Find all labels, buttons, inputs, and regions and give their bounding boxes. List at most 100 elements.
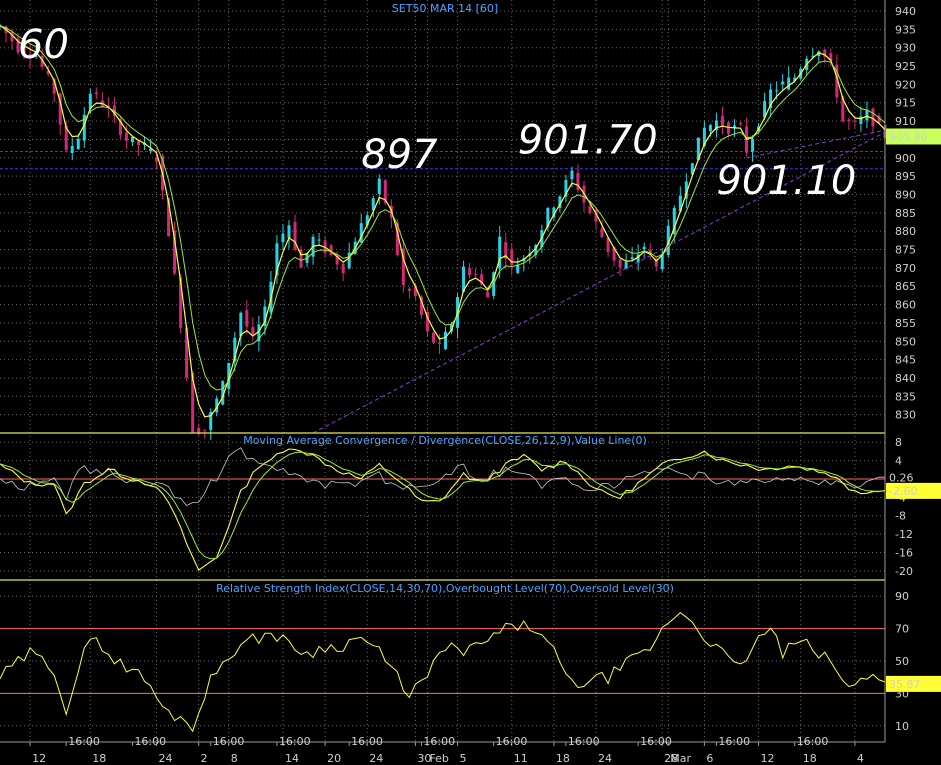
candle-body (474, 274, 478, 276)
macd-axis-tick: -20 (895, 565, 913, 578)
last-price-label: 905.80 (889, 131, 928, 144)
macd-axis-tick: -8 (895, 510, 906, 523)
candle-body (787, 77, 791, 90)
time-axis-label: 20 (327, 752, 341, 765)
candle-body (88, 93, 92, 109)
macd-value-label: 0.26 (889, 472, 914, 485)
candle-body (853, 120, 857, 122)
time-axis-label: 12 (32, 752, 46, 765)
time-axis-label: 2 (201, 752, 208, 765)
time-axis-label: 6 (706, 752, 713, 765)
candle-body (751, 138, 755, 152)
price-axis-tick: 885 (895, 207, 916, 220)
price-annotation: 60 (18, 22, 69, 68)
price-axis-tick: 865 (895, 280, 916, 293)
price-axis-tick: 930 (895, 42, 916, 55)
time-axis-label: 24 (369, 752, 383, 765)
candle-body (510, 249, 514, 266)
price-axis-tick: 920 (895, 78, 916, 91)
time-axis-label: 16:00 (68, 735, 100, 748)
macd-axis-tick: 4 (895, 455, 902, 468)
time-axis-label: Feb (429, 752, 448, 765)
candle-body (407, 288, 411, 291)
price-axis-tick: 890 (895, 188, 916, 201)
rsi-line (0, 611, 886, 733)
candle-body (618, 259, 622, 268)
time-axis-label: 11 (514, 752, 528, 765)
price-axis-tick: 935 (895, 23, 916, 36)
macd-signal-label: -2.60 (889, 485, 917, 498)
price-axis-tick: 895 (895, 170, 916, 183)
macd-axis-tick: 8 (895, 436, 902, 449)
time-axis-label: 18 (803, 752, 817, 765)
candle-body (329, 245, 333, 255)
candle-body (588, 206, 592, 213)
time-axis-label: 14 (285, 752, 299, 765)
price-axis-tick: 900 (895, 152, 916, 165)
price-annotation: 901.70 (518, 117, 658, 163)
price-axis-tick: 940 (895, 5, 916, 18)
time-axis-label: 16:00 (213, 735, 245, 748)
macd-chart-title: Moving Average Convergence / Divergence(… (243, 434, 647, 447)
candle-body (468, 268, 472, 276)
candle-body (203, 429, 207, 431)
rsi-axis-tick: 70 (895, 623, 909, 636)
candle-body (287, 225, 291, 238)
ma-slow-line (0, 25, 886, 391)
candle-body (865, 109, 869, 121)
candle-body (431, 332, 435, 343)
time-axis-label: 16:00 (718, 735, 750, 748)
price-axis-tick: 855 (895, 317, 916, 330)
price-axis-tick: 870 (895, 262, 916, 275)
time-axis-label: 4 (857, 752, 864, 765)
candle-body (245, 310, 249, 327)
time-axis-label: 16:00 (496, 735, 528, 748)
candle-body (377, 178, 381, 194)
rsi-chart-title: Relative Strength Index(CLOSE,14,30,70),… (216, 582, 674, 595)
price-annotation: 897 (361, 132, 438, 178)
rsi-value-label: 35.87 (889, 678, 921, 691)
time-axis-label: 5 (460, 752, 467, 765)
candle-body (630, 257, 634, 260)
macd-signal-line (0, 451, 886, 560)
candle-body (600, 228, 604, 238)
time-axis-label: 16:00 (423, 735, 455, 748)
rsi-axis-tick: 10 (895, 720, 909, 733)
price-axis-tick: 860 (895, 299, 916, 312)
candle-body (437, 342, 441, 344)
trading-chart: 830 835 840 845 850 855 860 865 870 875 880 885 890 8… (0, 0, 941, 765)
candle-body (708, 125, 712, 132)
macd-axis-tick: -12 (895, 528, 913, 541)
candle-body (124, 132, 128, 141)
price-axis-tick: 835 (895, 390, 916, 403)
candle-body (70, 146, 74, 153)
time-axis-label: 18 (92, 752, 106, 765)
candle-body (781, 81, 785, 85)
candle-body (76, 138, 80, 149)
candle-body (871, 108, 875, 127)
price-axis-tick: 845 (895, 354, 916, 367)
price-axis-tick: 875 (895, 244, 916, 257)
price-chart-title: SET50 MAR 14 [60] (392, 2, 498, 15)
candle-body (94, 92, 98, 95)
candle-body (570, 170, 574, 180)
time-axis-label: 12 (761, 752, 775, 765)
candle-body (642, 246, 646, 250)
candle-body (341, 263, 345, 274)
time-axis-label: 16:00 (797, 735, 829, 748)
price-axis-tick: 925 (895, 60, 916, 73)
candle-body (281, 233, 285, 243)
candle-body (720, 116, 724, 127)
macd-axis-tick: -16 (895, 546, 913, 559)
price-axis-tick: 915 (895, 97, 916, 110)
time-axis-label: Mar (670, 752, 691, 765)
time-axis-label: 16:00 (279, 735, 311, 748)
price-axis-tick: 830 (895, 409, 916, 422)
rsi-axis-tick: 90 (895, 590, 909, 603)
time-axis-label: 24 (159, 752, 173, 765)
candle-body (239, 312, 243, 337)
time-axis-label: 16:00 (134, 735, 166, 748)
time-axis-label: 16:00 (568, 735, 600, 748)
time-axis-label: 24 (598, 752, 612, 765)
trend-line (746, 129, 886, 159)
